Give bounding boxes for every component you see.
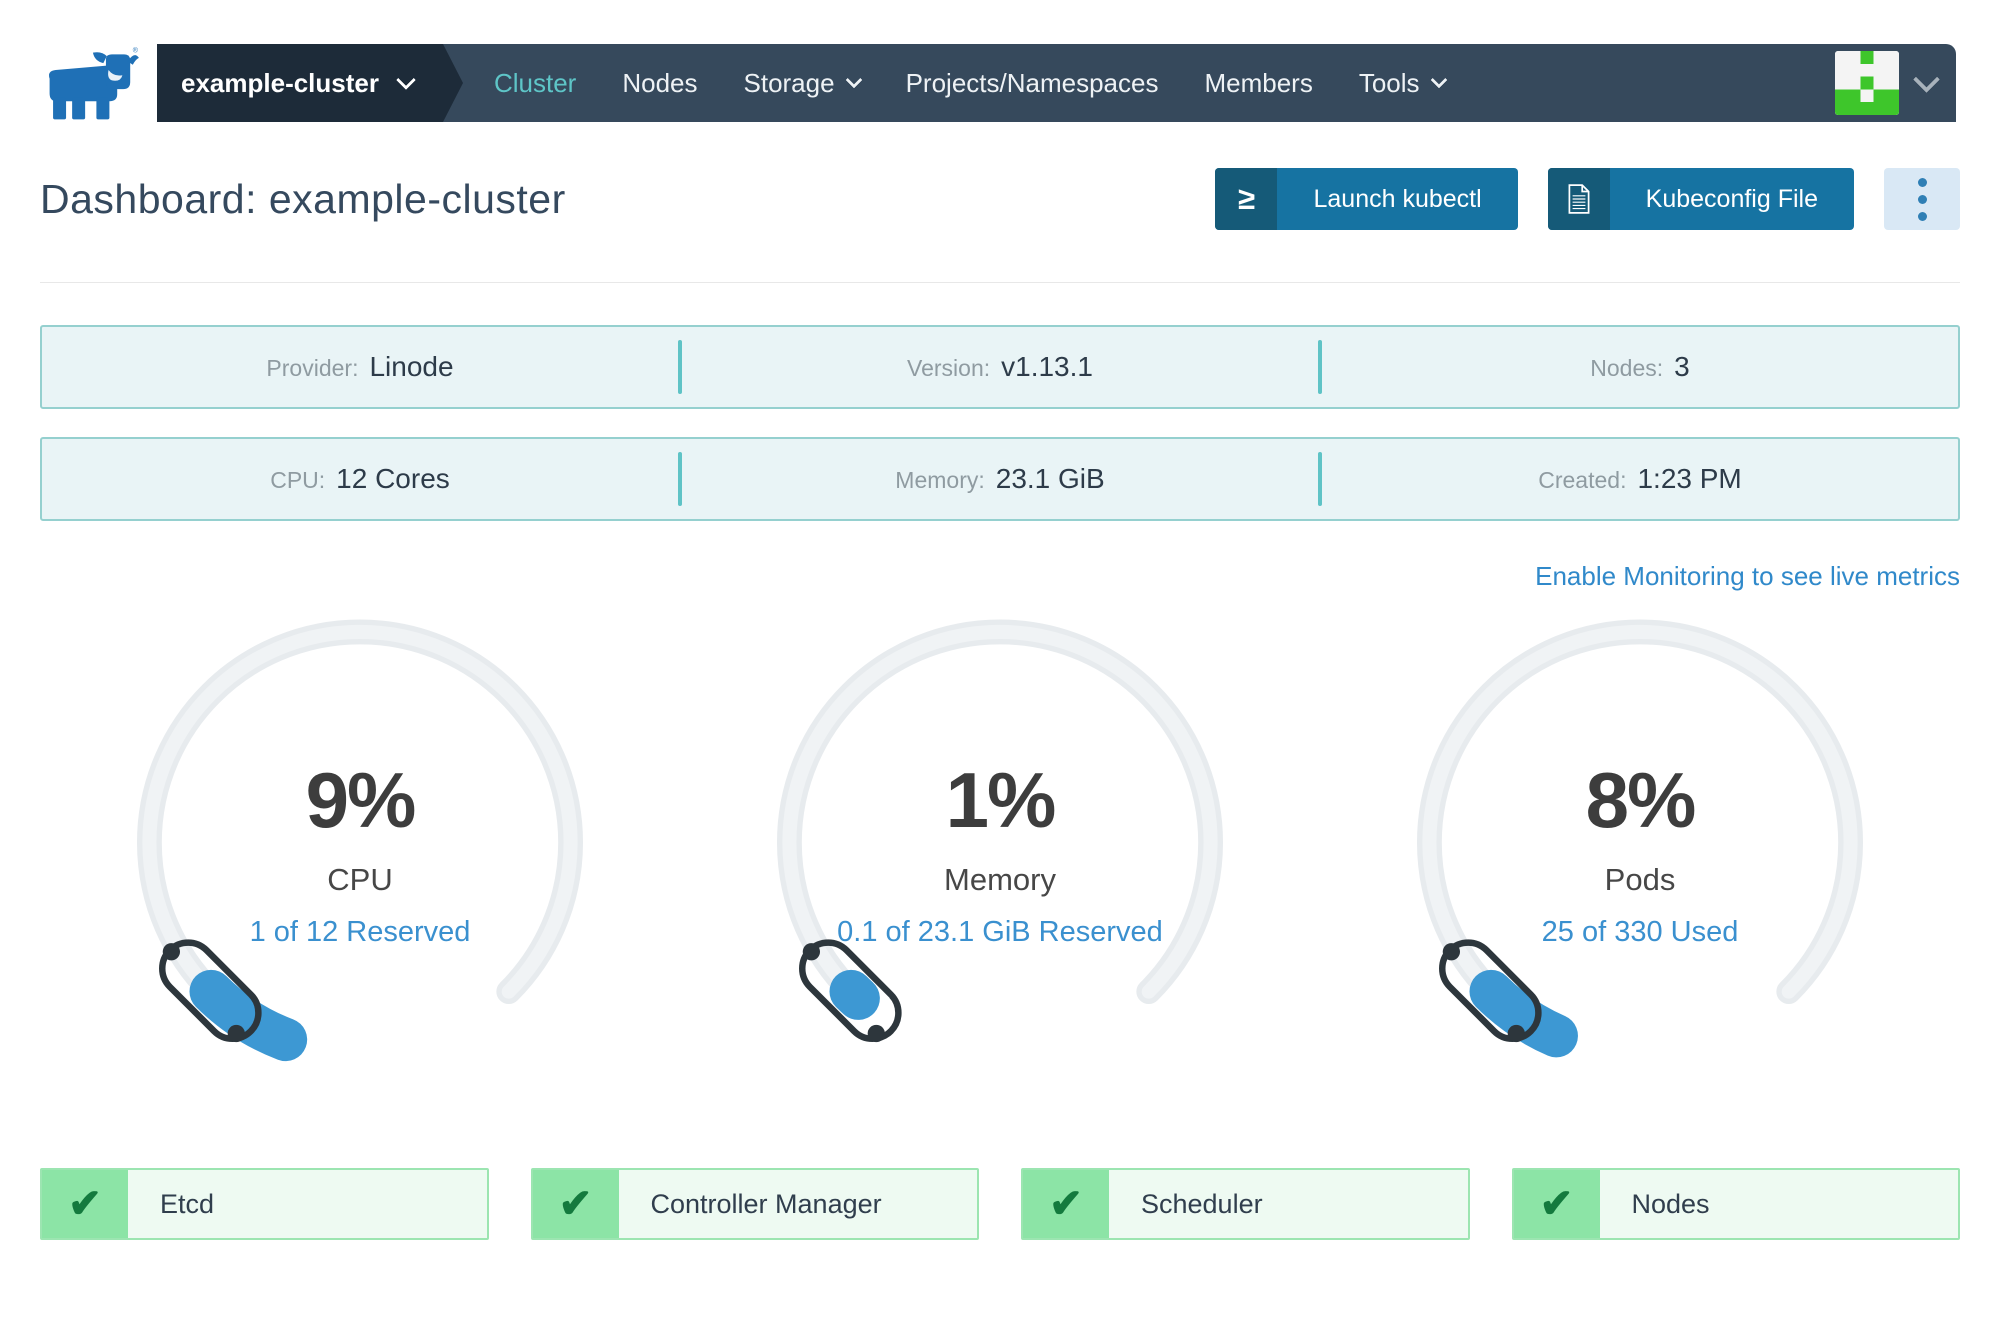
info-cell: Created: 1:23 PM <box>1322 463 1958 495</box>
kebab-dot <box>1917 177 1927 187</box>
top-bar: ® example-cluster Cluster Nodes Storage Pro… <box>0 44 2000 122</box>
nav-item-label: Cluster <box>493 67 577 98</box>
info-value: 1:23 PM <box>1637 463 1742 494</box>
dashboard-main: Dashboard: example-cluster ≥ Launch kube… <box>0 168 2000 1240</box>
info-label: CPU: <box>270 467 326 493</box>
cluster-selector[interactable]: example-cluster <box>157 44 443 122</box>
cluster-info-row-1: Provider: Linode Version: v1.13.1 Nodes: 3 <box>40 325 1960 409</box>
info-value: Linode <box>369 351 454 382</box>
nav-item-members[interactable]: Members <box>1181 44 1335 122</box>
title-row: Dashboard: example-cluster ≥ Launch kube… <box>40 168 1960 230</box>
nav-item-label: Tools <box>1358 67 1420 98</box>
nav-right <box>1835 51 1956 115</box>
user-avatar[interactable] <box>1835 51 1899 115</box>
nav-item-label: Storage <box>743 67 835 98</box>
rancher-logo[interactable]: ® <box>30 44 142 122</box>
user-menu-chevron-icon[interactable] <box>1913 65 1940 93</box>
file-icon <box>1547 168 1610 230</box>
gauge-arc <box>776 619 1224 1066</box>
kebab-dot <box>1917 194 1927 204</box>
rancher-cow-icon: ® <box>49 47 139 120</box>
component-status-scheduler: ✔ Scheduler <box>1021 1168 1470 1240</box>
nav-item-label: Nodes <box>622 67 698 98</box>
svg-text:®: ® <box>133 47 138 55</box>
info-label: Version: <box>907 355 991 381</box>
component-status-controller-manager: ✔ Controller Manager <box>530 1168 979 1240</box>
nav-item-cluster[interactable]: Cluster <box>471 44 599 122</box>
gauge-pods: 8% Pods 25 of 330 Used <box>1320 607 1960 1104</box>
monitoring-row: Enable Monitoring to see live metrics <box>40 561 1960 591</box>
component-status-etcd: ✔ Etcd <box>40 1168 489 1240</box>
nav-item-label: Members <box>1204 67 1313 98</box>
kubeconfig-file-button[interactable]: Kubeconfig File <box>1547 168 1854 230</box>
gauge-arc <box>136 619 584 1066</box>
component-status-nodes: ✔ Nodes <box>1511 1168 1960 1240</box>
enable-monitoring-link[interactable]: Enable Monitoring to see live metrics <box>1535 561 1960 591</box>
nav-item-nodes[interactable]: Nodes <box>599 44 720 122</box>
main-nav: example-cluster Cluster Nodes Storage Proje… <box>157 44 1956 122</box>
check-icon: ✔ <box>1023 1170 1109 1238</box>
check-icon: ✔ <box>42 1170 128 1238</box>
kebab-dot <box>1917 211 1927 221</box>
component-label: Nodes <box>1631 1188 1710 1219</box>
info-value: v1.13.1 <box>1001 351 1093 382</box>
check-icon: ✔ <box>532 1170 619 1238</box>
more-actions-button[interactable] <box>1884 168 1960 230</box>
chevron-down-icon <box>845 71 863 89</box>
info-cell: Version: v1.13.1 <box>682 351 1318 383</box>
launch-kubectl-button[interactable]: ≥ Launch kubectl <box>1215 168 1518 230</box>
cluster-selector-arrow <box>442 44 463 122</box>
terminal-icon: ≥ <box>1215 168 1278 230</box>
check-icon: ✔ <box>1513 1170 1600 1238</box>
info-value: 3 <box>1674 351 1690 382</box>
info-cell: Memory: 23.1 GiB <box>682 463 1318 495</box>
gauge-memory: 1% Memory 0.1 of 23.1 GiB Reserved <box>680 607 1320 1104</box>
gauges-row: 9% CPU 1 of 12 Reserved 1% Memory 0.1 of 23.1… <box>40 607 1960 1104</box>
cluster-info-row-2: CPU: 12 Cores Memory: 23.1 GiB Created: 1:23 … <box>40 437 1960 521</box>
gauge-arc <box>1416 619 1864 1066</box>
components-row: ✔ Etcd ✔ Controller Manager ✔ Scheduler ✔ Nodes <box>40 1168 1960 1240</box>
nav-item-storage[interactable]: Storage <box>721 44 883 122</box>
cluster-selector-label: example-cluster <box>181 67 379 98</box>
info-label: Nodes: <box>1590 355 1664 381</box>
page-title: Dashboard: example-cluster <box>40 175 566 222</box>
nav-item-label: Projects/Namespaces <box>905 67 1159 98</box>
chevron-down-icon <box>1430 71 1448 89</box>
component-label: Controller Manager <box>650 1188 882 1219</box>
info-value: 23.1 GiB <box>995 463 1105 494</box>
nav-item-projects-namespaces[interactable]: Projects/Namespaces <box>883 44 1182 122</box>
info-cell: CPU: 12 Cores <box>42 463 678 495</box>
title-divider <box>40 282 1960 283</box>
gauge-cpu: 9% CPU 1 of 12 Reserved <box>40 607 680 1104</box>
header-actions: ≥ Launch kubectl Kubeconfig File <box>1215 168 1960 230</box>
info-label: Created: <box>1538 467 1627 493</box>
nav-items: Cluster Nodes Storage Projects/Namespaces Me… <box>471 44 1468 122</box>
info-label: Provider: <box>266 355 359 381</box>
component-label: Etcd <box>160 1188 215 1219</box>
info-cell: Nodes: 3 <box>1322 351 1958 383</box>
info-label: Memory: <box>895 467 985 493</box>
chevron-down-icon <box>396 70 416 90</box>
user-avatar-identicon <box>1835 51 1899 115</box>
nav-item-tools[interactable]: Tools <box>1336 44 1468 122</box>
info-value: 12 Cores <box>336 463 450 494</box>
component-label: Scheduler <box>1141 1188 1263 1219</box>
info-cell: Provider: Linode <box>42 351 678 383</box>
